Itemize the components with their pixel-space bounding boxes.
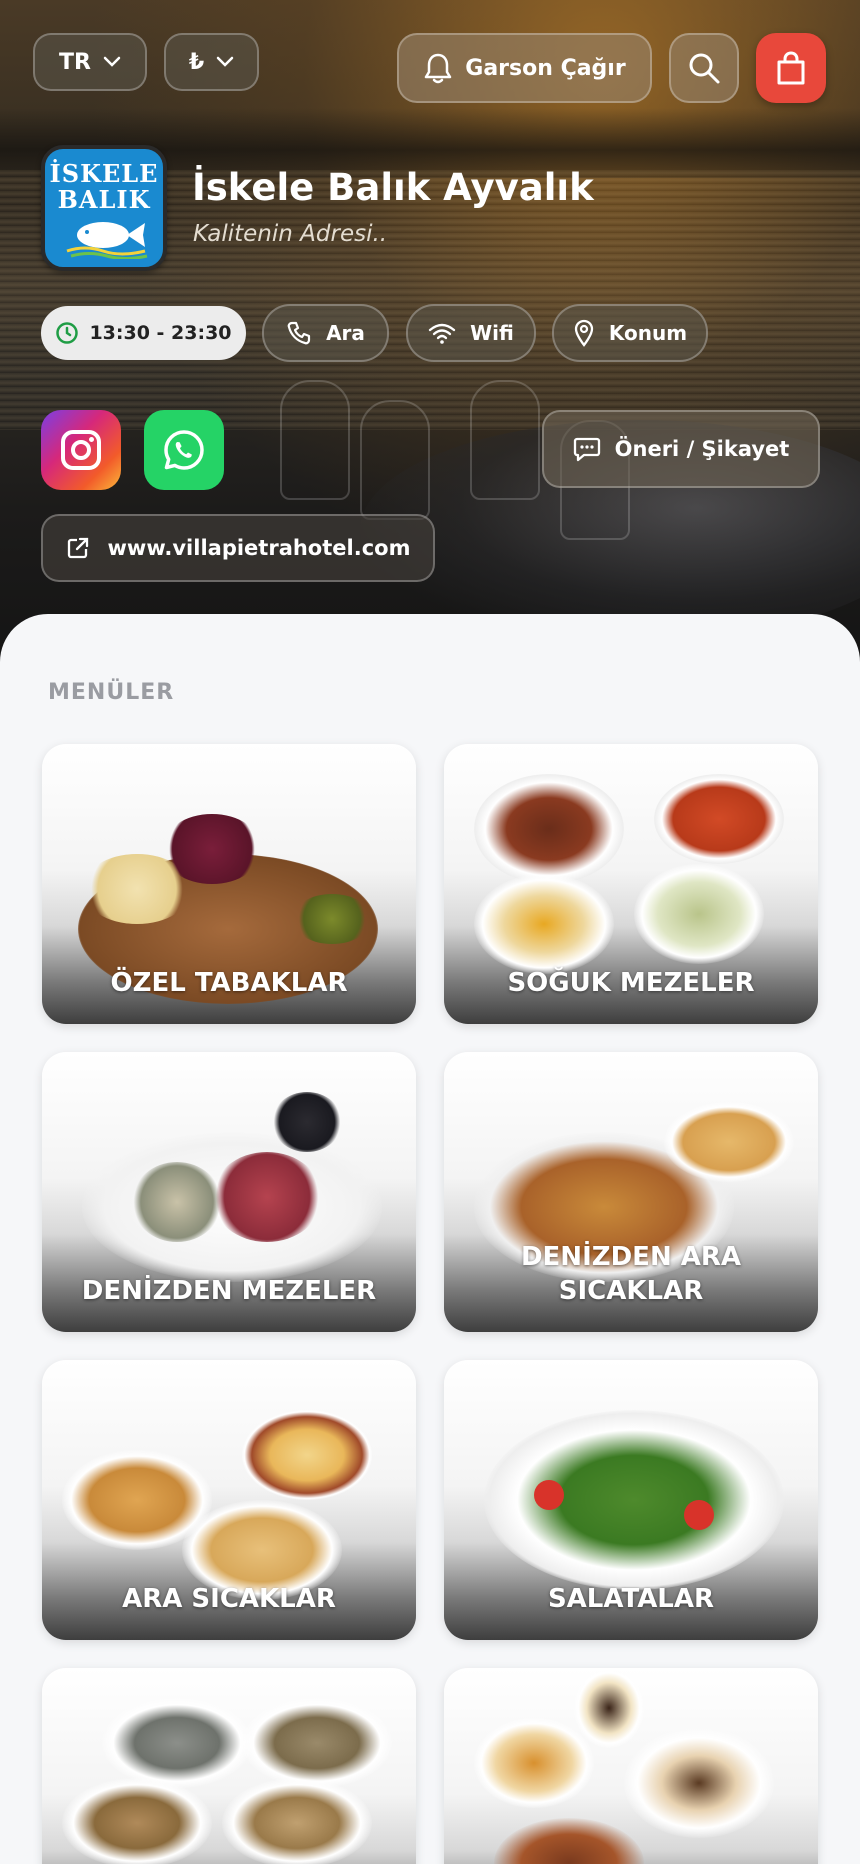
- search-icon: [689, 53, 720, 84]
- language-label: TR: [59, 49, 91, 75]
- restaurant-name: İskele Balık Ayvalık: [192, 166, 594, 209]
- menu-card-desserts[interactable]: [444, 1668, 818, 1864]
- website-link[interactable]: www.villapietrahotel.com: [41, 514, 435, 582]
- logo-text-line2: BALIK: [57, 185, 151, 214]
- feedback-label: Öneri / Şikayet: [614, 437, 790, 461]
- call-waiter-button[interactable]: Garson Çağır: [397, 33, 652, 103]
- menu-card-salatalar[interactable]: SALATALAR: [444, 1360, 818, 1640]
- fish-icon: [66, 222, 148, 259]
- menu-card-label: ARA SICAKLAR: [122, 1584, 336, 1614]
- whatsapp-button[interactable]: [144, 410, 224, 490]
- location-label: Konum: [608, 321, 688, 345]
- message-icon: [573, 437, 600, 462]
- instagram-icon: [61, 430, 101, 470]
- restaurant-logo: İSKELE BALIK: [41, 145, 167, 271]
- menu-card-soguk-mezeler[interactable]: SOĞUK MEZELER: [444, 744, 818, 1024]
- language-selector[interactable]: TR: [33, 33, 147, 91]
- opening-hours: 13:30 - 23:30: [89, 322, 232, 344]
- menu-card-label: SALATALAR: [547, 1584, 715, 1614]
- menus-section-title: MENÜLER: [48, 680, 175, 705]
- bell-icon: [425, 53, 452, 84]
- menu-card-label: SOĞUK MEZELER: [507, 968, 755, 998]
- menu-card-denizden-mezeler[interactable]: DENİZDEN MEZELER: [42, 1052, 416, 1332]
- menu-card-denizden-ara-sicaklar[interactable]: DENİZDEN ARA SICAKLAR: [444, 1052, 818, 1332]
- cart-button[interactable]: [756, 33, 826, 103]
- search-button[interactable]: [669, 33, 739, 103]
- whatsapp-icon: [164, 430, 204, 470]
- menu-card-ozel-tabaklar[interactable]: ÖZEL TABAKLAR: [42, 744, 416, 1024]
- menu-card-fish[interactable]: [42, 1668, 416, 1864]
- website-url: www.villapietrahotel.com: [107, 536, 411, 560]
- location-pin-icon: [574, 319, 594, 347]
- call-button[interactable]: Ara: [262, 304, 389, 362]
- chevron-down-icon: [216, 56, 234, 67]
- wifi-label: Wifi: [470, 321, 514, 345]
- clock-icon: [56, 322, 79, 344]
- currency-label: ₺: [188, 49, 205, 75]
- restaurant-tagline: Kalitenin Adresi..: [193, 221, 388, 247]
- currency-selector[interactable]: ₺: [164, 33, 259, 91]
- menu-card-label: ÖZEL TABAKLAR: [110, 968, 348, 998]
- call-label: Ara: [326, 321, 365, 345]
- feedback-button[interactable]: Öneri / Şikayet: [542, 410, 820, 488]
- menu-card-label: DENİZDEN ARA SICAKLAR: [520, 1242, 742, 1306]
- phone-icon: [287, 321, 311, 345]
- external-link-icon: [67, 537, 88, 559]
- menu-card-ara-sicaklar[interactable]: ARA SICAKLAR: [42, 1360, 416, 1640]
- location-button[interactable]: Konum: [552, 304, 708, 362]
- menu-card-label: DENİZDEN MEZELER: [81, 1276, 377, 1306]
- wifi-icon: [428, 323, 456, 344]
- instagram-button[interactable]: [41, 410, 121, 490]
- call-waiter-label: Garson Çağır: [465, 55, 626, 81]
- chevron-down-icon: [103, 56, 121, 67]
- opening-hours-badge: 13:30 - 23:30: [41, 306, 246, 360]
- wifi-button[interactable]: Wifi: [406, 304, 536, 362]
- shopping-bag-icon: [777, 51, 805, 85]
- logo-text-line1: İSKELE: [49, 159, 159, 188]
